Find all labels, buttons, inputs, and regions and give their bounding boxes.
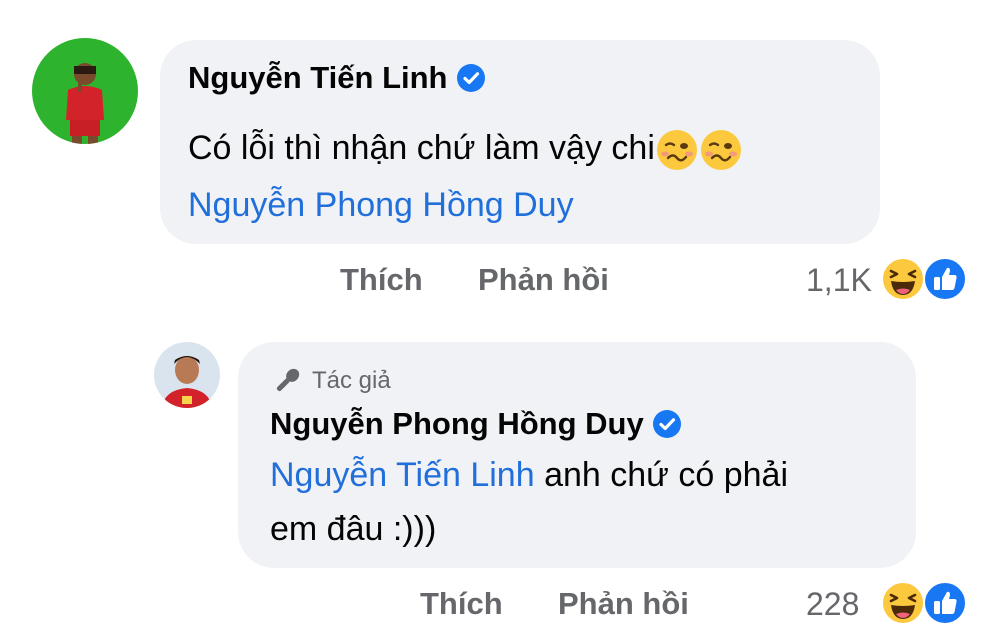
comment-like-button[interactable]: Thích	[340, 262, 423, 298]
haha-reaction-icon	[881, 581, 925, 625]
reply-text-body: anh chứ có phải	[534, 456, 789, 494]
comment-author-name[interactable]: Nguyễn Tiến Linh	[188, 60, 486, 96]
woozy-face-emoji-icon	[656, 130, 697, 170]
reply-reaction-count[interactable]: 228	[806, 586, 859, 623]
reply-author-name[interactable]: Nguyễn Phong Hồng Duy	[270, 406, 682, 442]
woozy-face-emoji-icon	[700, 130, 741, 170]
comment-avatar[interactable]	[32, 38, 138, 144]
reply-author-label[interactable]: Nguyễn Phong Hồng Duy	[270, 406, 644, 442]
comment-reply-button[interactable]: Phản hồi	[478, 262, 609, 298]
comment-reaction-count[interactable]: 1,1K	[806, 262, 872, 299]
like-reaction-icon	[923, 257, 967, 301]
reply-text-line1: Nguyễn Tiến Linh anh chứ có phải	[270, 456, 788, 495]
comment-text: Có lỗi thì nhận chứ làm vậy chi	[188, 128, 743, 172]
comment-author-label[interactable]: Nguyễn Tiến Linh	[188, 60, 448, 96]
reply-like-button[interactable]: Thích	[420, 586, 503, 622]
verified-badge-icon	[456, 64, 485, 92]
verified-badge-icon	[652, 410, 681, 438]
author-badge-label: Tác giả	[312, 367, 391, 394]
reply-text-line2: em đâu :)))	[270, 510, 437, 548]
comment-text-body: Có lỗi thì nhận chứ làm vậy chi	[188, 128, 655, 167]
like-reaction-icon	[923, 581, 967, 625]
reply-mention-link[interactable]: Nguyễn Tiến Linh	[270, 456, 535, 494]
author-badge: Tác giả	[270, 366, 391, 396]
reply-avatar[interactable]	[154, 342, 220, 408]
reply-reply-button[interactable]: Phản hồi	[558, 586, 689, 622]
haha-reaction-icon	[881, 257, 925, 301]
microphone-icon	[276, 368, 300, 392]
comment-mention-link[interactable]: Nguyễn Phong Hồng Duy	[188, 186, 574, 225]
